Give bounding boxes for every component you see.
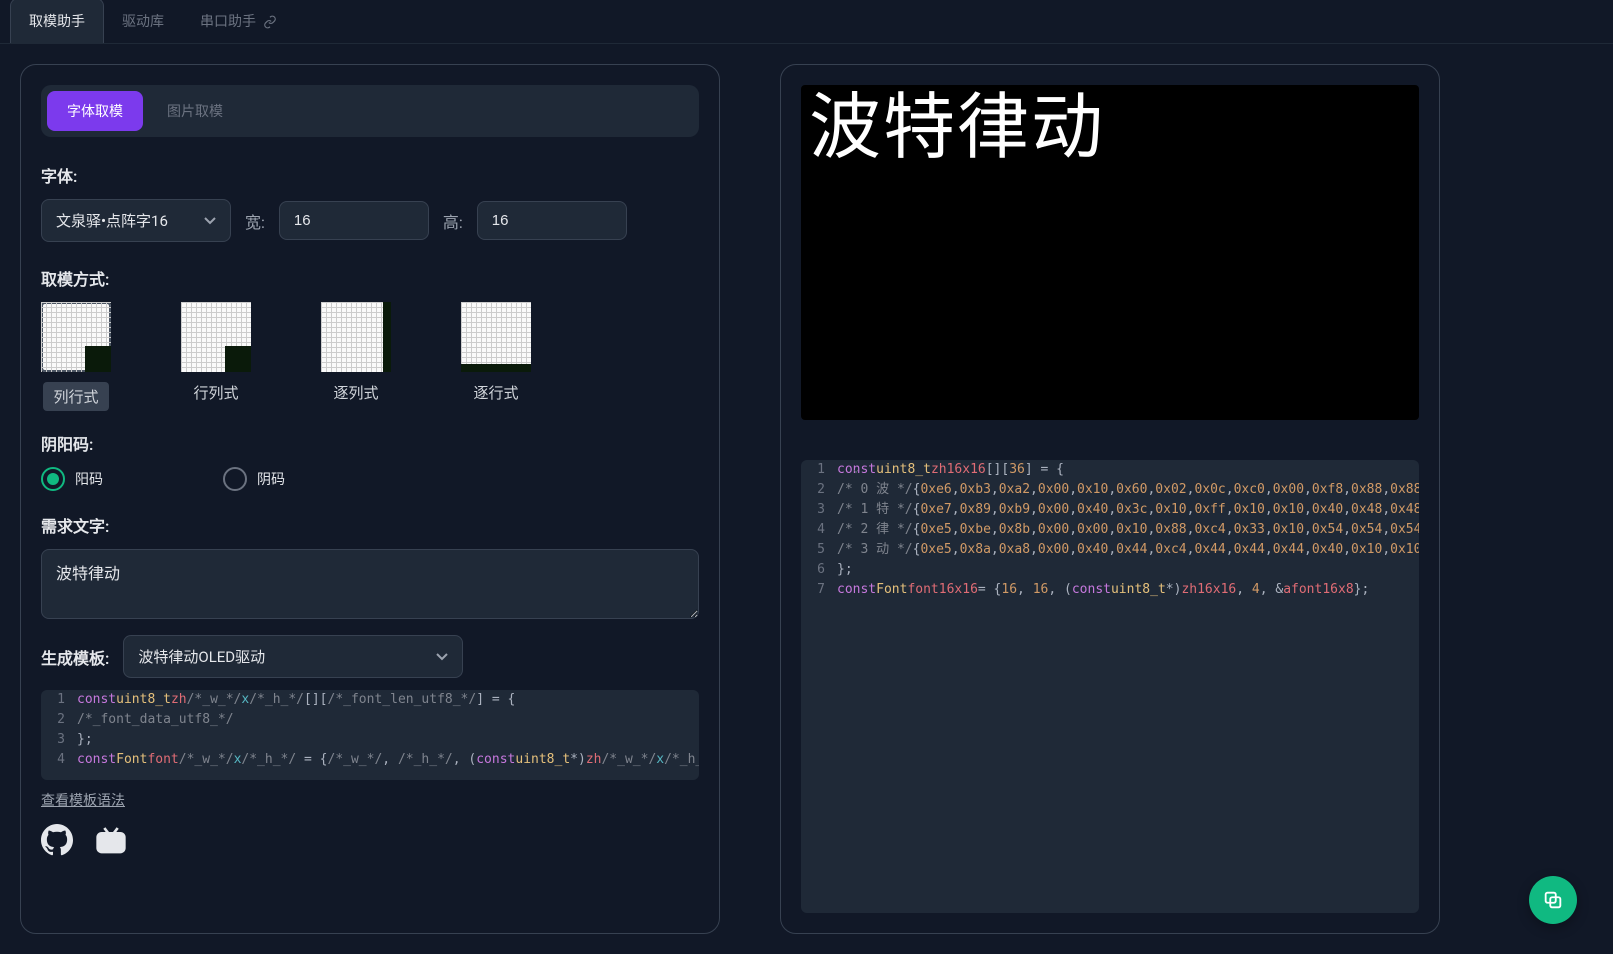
mode-options: 列行式 行列式 逐列式 逐行式 [41,302,699,411]
template-label: 生成模板: [41,645,109,669]
github-icon[interactable] [41,824,73,856]
radio-positive[interactable]: 阳码 [41,467,103,491]
mode-label-3: 逐列式 [333,382,378,403]
preview-text: 波特律动 [809,91,1411,163]
mode-label-2: 行列式 [193,382,238,403]
tab-serial[interactable]: 串口助手 [182,0,295,43]
radio-circle-icon [41,467,65,491]
mode-icon-4 [461,302,531,372]
subtab-font[interactable]: 字体取模 [47,91,143,131]
mode-icon-1 [41,302,111,372]
font-select[interactable]: 文泉驿•点阵字16 [41,199,231,242]
width-input[interactable] [279,201,429,240]
radio-circle-icon [223,467,247,491]
radio-negative[interactable]: 阴码 [223,467,285,491]
bilibili-icon[interactable] [95,824,127,856]
template-select[interactable]: 波特律动OLED驱动 [123,635,463,678]
text-label: 需求文字: [41,513,699,537]
template-select-value: 波特律动OLED驱动 [138,646,265,667]
mode-by-col[interactable]: 逐列式 [321,302,391,411]
mode-label-4: 逐行式 [473,382,518,403]
subtab-image[interactable]: 图片取模 [147,91,243,131]
top-tabbar: 取模助手 驱动库 串口助手 [0,0,1613,44]
font-label: 字体: [41,163,699,187]
height-input[interactable] [477,201,627,240]
radio-positive-label: 阳码 [75,469,103,489]
chevron-down-icon [436,653,448,661]
mode-icon-3 [321,302,391,372]
chevron-down-icon [204,217,216,225]
output-code[interactable]: 1⌄const uint8_t zh16x16[][36] = { 2/* 0 … [801,460,1419,913]
tab-qumu[interactable]: 取模助手 [10,0,104,43]
polarity-label: 阴阳码: [41,431,699,455]
tab-serial-label: 串口助手 [200,14,256,30]
mode-icon-2 [181,302,251,372]
mode-by-row[interactable]: 逐行式 [461,302,531,411]
text-input[interactable] [41,549,699,619]
output-panel: 波特律动 1⌄const uint8_t zh16x16[][36] = { 2… [780,64,1440,934]
mode-col-row[interactable]: 列行式 [41,302,111,411]
radio-negative-label: 阴码 [257,469,285,489]
syntax-link[interactable]: 查看模板语法 [41,790,699,810]
subtab-bar: 字体取模 图片取模 [41,85,699,137]
width-label: 宽: [245,209,265,233]
template-code[interactable]: 1const uint8_t zh/*_w_*/x/*_h_*/[][/*_fo… [41,690,699,780]
mode-label-1: 列行式 [43,382,108,411]
mode-row-col[interactable]: 行列式 [181,302,251,411]
preview-canvas: 波特律动 [801,85,1419,420]
tab-driver[interactable]: 驱动库 [104,0,182,43]
settings-panel: 字体取模 图片取模 字体: 文泉驿•点阵字16 宽: 高: 取模方式: 列行式 [20,64,720,934]
link-icon [263,15,277,29]
font-select-value: 文泉驿•点阵字16 [56,210,168,231]
mode-label: 取模方式: [41,266,699,290]
height-label: 高: [443,209,463,233]
